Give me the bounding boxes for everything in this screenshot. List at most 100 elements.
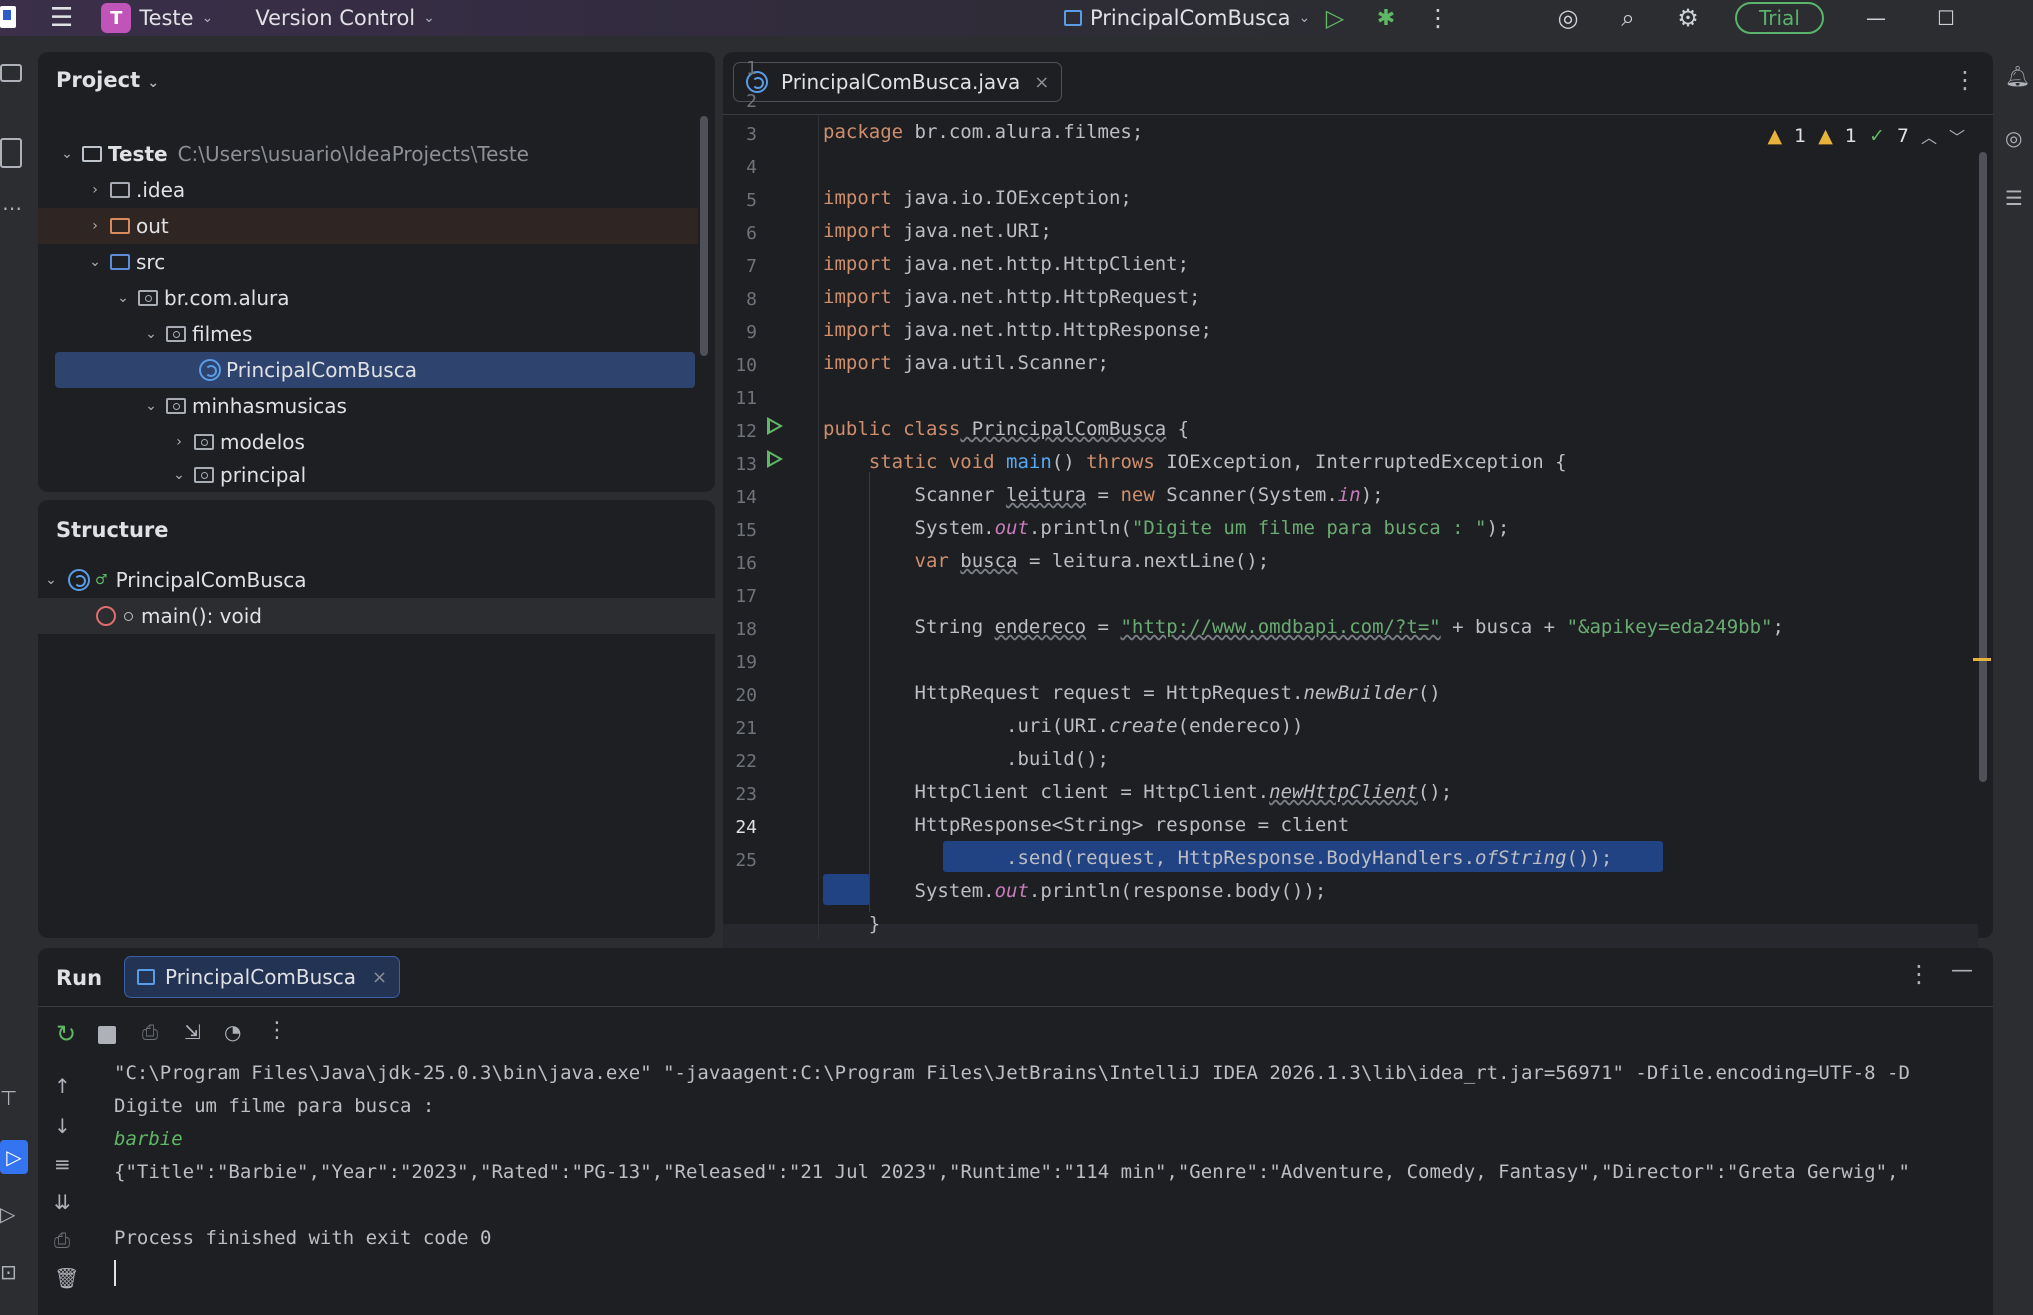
tree-item-teste[interactable]: ⌄ Teste C:\Users\usuario\IdeaProjects\Te… bbox=[38, 136, 698, 172]
arrow-down-icon[interactable]: ↓ bbox=[54, 1114, 71, 1138]
run-tool-icon[interactable]: ▷ bbox=[0, 1140, 28, 1174]
soft-wrap-icon[interactable]: ≡ bbox=[54, 1152, 71, 1176]
structure-tool-icon[interactable] bbox=[0, 138, 22, 168]
scroll-to-end-icon[interactable]: ⇊ bbox=[54, 1190, 71, 1214]
editor-panel: PrincipalComBusca.java × ⋮ ▲ 1 ▲ 1 ✓ 7 ︿ ﹀ … bbox=[723, 52, 1993, 957]
tree-item-minhasmusicas[interactable]: ⌄ minhasmusicas bbox=[38, 388, 698, 424]
debug-button[interactable]: ✱ bbox=[1366, 0, 1406, 36]
more-tools-icon[interactable]: ⋯ bbox=[2, 196, 22, 220]
project-switcher[interactable]: T Teste ⌄ bbox=[87, 0, 227, 36]
trash-icon[interactable]: 🗑︎ bbox=[54, 1266, 79, 1290]
tree-item-idea[interactable]: › .idea bbox=[38, 172, 698, 208]
trial-badge[interactable]: Trial bbox=[1735, 0, 1824, 36]
chevron-down-icon[interactable]: ⌄ bbox=[140, 398, 162, 414]
tree-item-label: principal bbox=[220, 463, 307, 487]
build-tool-icon[interactable]: ⊤ bbox=[0, 1086, 17, 1110]
close-icon[interactable]: × bbox=[372, 967, 387, 988]
arrow-up-icon[interactable]: ↑ bbox=[54, 1074, 71, 1098]
chevron-right-icon[interactable]: › bbox=[84, 182, 106, 198]
chevron-up-icon[interactable]: ︿ bbox=[1921, 124, 1937, 148]
print-icon[interactable]: ⎙ bbox=[54, 1228, 70, 1252]
terminal-tool-icon[interactable]: ⊡ bbox=[0, 1260, 17, 1284]
camera-icon[interactable]: ⎙ bbox=[142, 1020, 158, 1044]
line-number: 20 bbox=[735, 685, 757, 706]
ai-chat-icon[interactable]: ◎ bbox=[2005, 126, 2022, 150]
restore-layout-icon[interactable]: ⇲ bbox=[184, 1020, 201, 1044]
more-vertical-icon[interactable]: ⋮ bbox=[266, 1018, 288, 1043]
line-number: 8 bbox=[746, 289, 757, 310]
notifications-icon[interactable]: 🔔︎ bbox=[2005, 64, 2030, 88]
project-panel: Project ⌄ ⌄ Teste C:\Users\usuario\IdeaP… bbox=[38, 52, 715, 492]
more-vertical-icon[interactable]: ⋮ bbox=[1907, 960, 1931, 988]
editor-tab[interactable]: PrincipalComBusca.java × bbox=[733, 62, 1063, 102]
vcs-menu[interactable]: Version Control ⌄ bbox=[241, 0, 449, 36]
run-tab[interactable]: PrincipalComBusca × bbox=[124, 956, 401, 998]
ai-assistant-button[interactable]: ◎ bbox=[1548, 0, 1588, 36]
tree-item-label: src bbox=[136, 250, 166, 274]
line-number: 16 bbox=[735, 553, 757, 574]
ai-spiral-icon: ◎ bbox=[1557, 4, 1579, 32]
project-panel-header[interactable]: Project ⌄ bbox=[56, 68, 159, 92]
console-command-line: "C:\Program Files\Java\jdk-25.0.3\bin\ja… bbox=[114, 1062, 1910, 1084]
tree-item-out[interactable]: › out bbox=[38, 208, 698, 244]
minimize-panel-icon[interactable]: — bbox=[1951, 958, 1973, 983]
weak-warning-icon: ▲ bbox=[1818, 125, 1833, 147]
run-class-gutter-icon[interactable] bbox=[767, 417, 783, 435]
run-config-selector[interactable]: PrincipalComBusca ⌄ bbox=[1050, 0, 1324, 36]
chevron-right-icon[interactable]: › bbox=[168, 434, 190, 450]
code-line-4: import java.net.URI; bbox=[823, 220, 1052, 242]
line-number: 9 bbox=[746, 322, 757, 343]
rerun-icon[interactable]: ↻ bbox=[56, 1020, 76, 1048]
left-tool-strip: ⋯ ⊤ ▷ ▷ ⊡ bbox=[0, 36, 38, 1315]
main-menu-button[interactable]: ☰ bbox=[36, 0, 87, 36]
console-caret[interactable] bbox=[114, 1260, 116, 1286]
line-number: 6 bbox=[746, 223, 757, 244]
stop-icon[interactable] bbox=[98, 1026, 116, 1044]
line-number: 1 bbox=[746, 58, 757, 79]
editor-scrollbar[interactable] bbox=[1979, 152, 1987, 782]
structure-root[interactable]: ⌄ ♂ PrincipalComBusca bbox=[38, 562, 698, 598]
run-main-gutter-icon[interactable] bbox=[767, 450, 783, 468]
tree-item-principal[interactable]: ⌄ principal bbox=[38, 460, 698, 490]
more-actions-button[interactable]: ⋮ bbox=[1418, 0, 1458, 36]
hamburger-icon: ☰ bbox=[50, 3, 74, 33]
chevron-down-icon[interactable]: ⌄ bbox=[84, 254, 106, 270]
chevron-down-icon[interactable]: ⌄ bbox=[140, 326, 162, 342]
tree-item-filmes[interactable]: ⌄ filmes bbox=[38, 316, 698, 352]
project-tool-icon[interactable] bbox=[0, 64, 22, 82]
console-json-response: {"Title":"Barbie","Year":"2023","Rated":… bbox=[114, 1161, 1910, 1183]
warning-stripe-marker[interactable] bbox=[1973, 658, 1991, 661]
chevron-right-icon[interactable]: › bbox=[84, 218, 106, 234]
chevron-down-icon[interactable]: ﹀ bbox=[1949, 124, 1965, 148]
close-icon[interactable]: × bbox=[1034, 72, 1049, 93]
line-number: 15 bbox=[735, 520, 757, 541]
project-scrollbar[interactable] bbox=[700, 116, 708, 356]
search-button[interactable]: ⌕ bbox=[1608, 0, 1648, 36]
code-line-24: System.out.println(response.body()); bbox=[823, 880, 1327, 902]
tree-item-modelos[interactable]: › modelos bbox=[38, 424, 698, 460]
services-tool-icon[interactable]: ▷ bbox=[0, 1202, 15, 1226]
intellij-logo-icon[interactable] bbox=[0, 6, 16, 28]
settings-button[interactable]: ⚙ bbox=[1668, 0, 1708, 36]
database-icon[interactable]: ☰ bbox=[2005, 186, 2023, 210]
structure-member-main[interactable]: main(): void bbox=[38, 598, 715, 634]
chevron-down-icon[interactable]: ⌄ bbox=[112, 290, 134, 306]
chevron-down-icon[interactable]: ⌄ bbox=[168, 467, 190, 483]
inspection-widget[interactable]: ▲ 1 ▲ 1 ✓ 7 ︿ ﹀ bbox=[1768, 124, 1965, 148]
tree-item-principalcombusca[interactable]: PrincipalComBusca bbox=[55, 352, 695, 388]
run-button[interactable]: ▷ bbox=[1315, 0, 1355, 36]
chevron-down-icon[interactable]: ⌄ bbox=[56, 146, 78, 162]
package-icon bbox=[166, 326, 186, 342]
tree-item-br-com-alura[interactable]: ⌄ br.com.alura bbox=[38, 280, 698, 316]
chevron-down-icon[interactable]: ⌄ bbox=[40, 572, 62, 588]
java-class-icon bbox=[68, 569, 90, 591]
code-line-3: import java.io.IOException; bbox=[823, 187, 1132, 209]
warning-count: 1 bbox=[1794, 125, 1807, 147]
tree-item-src[interactable]: ⌄ src bbox=[38, 244, 698, 280]
more-vertical-icon[interactable]: ⋮ bbox=[1953, 66, 1977, 94]
coverage-icon[interactable]: ◔ bbox=[224, 1020, 241, 1044]
warning-icon: ▲ bbox=[1767, 125, 1783, 147]
code-line-8: import java.util.Scanner; bbox=[823, 352, 1109, 374]
maximize-button[interactable]: ☐ bbox=[1926, 0, 1966, 36]
minimize-button[interactable]: — bbox=[1856, 0, 1896, 36]
